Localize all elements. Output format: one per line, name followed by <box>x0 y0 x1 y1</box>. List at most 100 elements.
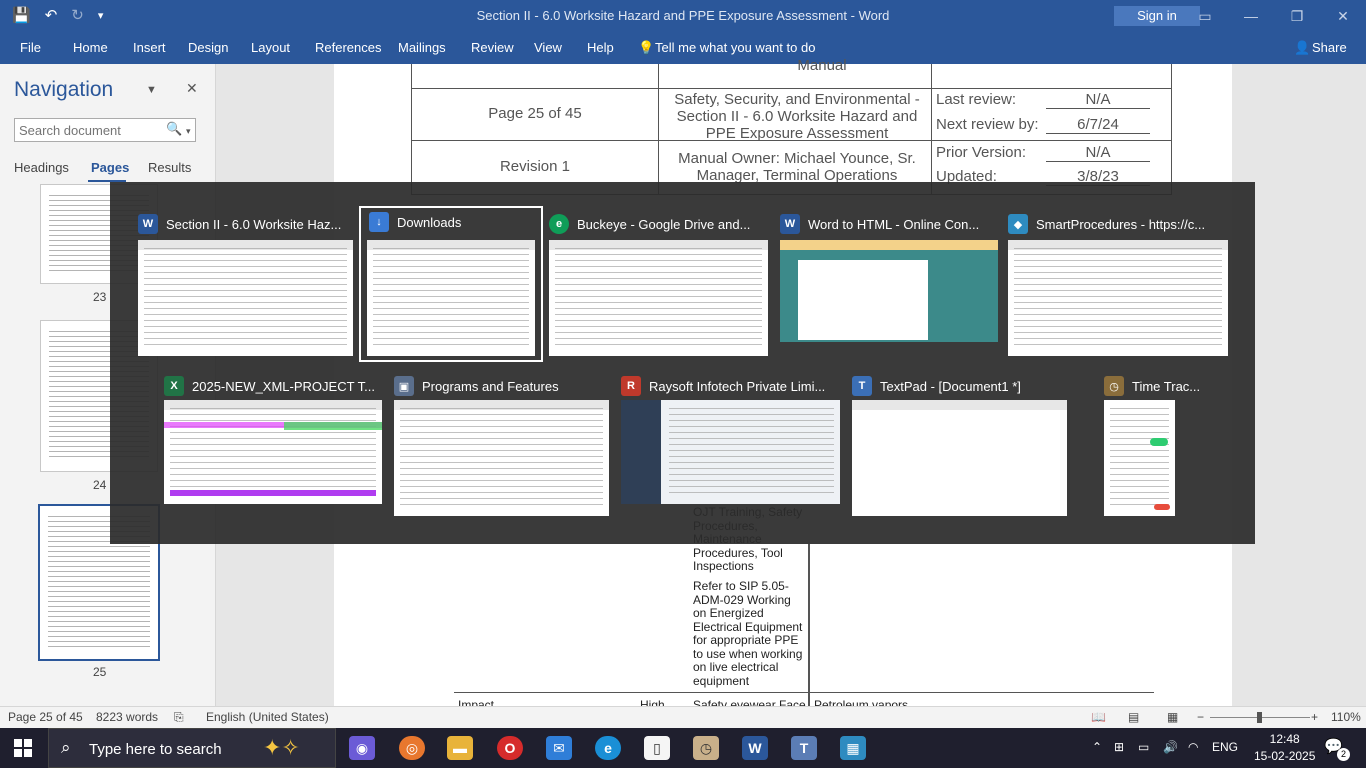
file-explorer-icon[interactable]: ▬ <box>447 736 473 760</box>
zoom-in-icon[interactable]: + <box>1311 710 1318 724</box>
maximize-icon[interactable]: ❐ <box>1274 0 1320 32</box>
ribbon-display-options-icon[interactable]: ▭ <box>1182 0 1228 32</box>
pane-options-icon[interactable]: ▼ <box>146 84 157 96</box>
navigation-title: Navigation <box>14 78 114 101</box>
close-icon[interactable]: ✕ <box>1320 0 1366 32</box>
notification-count-badge: 2 <box>1337 748 1350 761</box>
remote-desktop-icon[interactable]: ▦ <box>840 736 866 760</box>
control-panel-icon: ▣ <box>394 376 414 396</box>
window-switcher-item[interactable]: ↓ Downloads <box>359 206 543 362</box>
window-preview <box>138 240 353 356</box>
window-switcher-item[interactable]: R Raysoft Infotech Private Limi... <box>621 374 840 504</box>
tab-references[interactable]: References <box>315 40 381 55</box>
last-review-value: N/A <box>1046 91 1150 109</box>
manual-label: Manual <box>797 57 847 74</box>
wifi-icon[interactable]: ◠ <box>1188 740 1198 754</box>
time-tracker-icon: ◷ <box>1104 376 1124 396</box>
firefox-icon[interactable]: ◎ <box>399 736 425 760</box>
proofing-icon[interactable]: ⎘ <box>174 710 184 725</box>
tab-insert[interactable]: Insert <box>133 40 166 55</box>
page-count-status[interactable]: Page 25 of 45 <box>8 710 83 724</box>
search-options-icon[interactable]: ▾ <box>186 126 191 137</box>
volume-icon[interactable]: 🔊 <box>1163 740 1178 754</box>
tab-pages[interactable]: Pages <box>91 160 129 175</box>
taskbar-search-box[interactable]: ⌕ Type here to search ✦✧ <box>48 728 336 768</box>
window-switcher-item[interactable]: ▣ Programs and Features <box>394 374 609 518</box>
word-icon: W <box>780 214 800 234</box>
window-preview <box>549 240 768 356</box>
system-clock[interactable]: 12:48 15-02-2025 <box>1254 731 1315 765</box>
prior-version-value: N/A <box>1046 144 1150 162</box>
show-hidden-icons-icon[interactable]: ⌃ <box>1092 740 1102 754</box>
page-number: 24 <box>93 478 107 492</box>
network-drive-icon[interactable]: ⊞ <box>1114 740 1124 754</box>
word-icon[interactable]: W <box>742 736 768 760</box>
zoom-out-icon[interactable]: − <box>1197 710 1204 724</box>
textpad-icon[interactable]: T <box>791 736 817 760</box>
search-icon: ⌕ <box>61 738 71 757</box>
tab-results[interactable]: Results <box>148 160 191 175</box>
battery-icon[interactable]: ▭ <box>1138 740 1149 754</box>
search-highlight-icon: ✦✧ <box>263 735 300 760</box>
window-preview <box>1008 240 1228 356</box>
input-language[interactable]: ENG <box>1212 740 1238 754</box>
window-preview <box>367 240 535 356</box>
window-switcher-item[interactable]: W Word to HTML - Online Con... <box>780 212 998 344</box>
lightbulb-icon: 💡 <box>638 40 655 55</box>
tab-headings[interactable]: Headings <box>14 160 69 175</box>
window-switcher-item[interactable]: ◆ SmartProcedures - https://c... <box>1008 212 1228 357</box>
window-switcher-item[interactable]: e Buckeye - Google Drive and... <box>549 212 768 357</box>
edge-icon: e <box>549 214 569 234</box>
person-icon: 👤 <box>1294 40 1311 55</box>
raysoft-icon: R <box>621 376 641 396</box>
tab-view[interactable]: View <box>534 40 562 55</box>
window-switcher-item[interactable]: T TextPad - [Document1 *] <box>852 374 1067 518</box>
zoom-level[interactable]: 110% <box>1331 710 1361 724</box>
share-button[interactable]: Share <box>1312 40 1347 55</box>
tell-me-search[interactable]: Tell me what you want to do <box>655 40 815 55</box>
status-bar: Page 25 of 45 8223 words ⎘ English (Unit… <box>0 706 1366 728</box>
word-icon: W <box>138 214 158 234</box>
word-count-status[interactable]: 8223 words <box>96 710 158 724</box>
task-switcher: W Section II - 6.0 Worksite Haz... ↓ Downl… <box>110 182 1255 544</box>
close-pane-icon[interactable]: ✕ <box>186 80 198 97</box>
web-layout-icon[interactable]: ▦ <box>1167 710 1178 724</box>
revision: Revision 1 <box>499 158 571 175</box>
page-number: 25 <box>93 665 107 679</box>
window-preview <box>164 400 382 504</box>
tab-help[interactable]: Help <box>587 40 614 55</box>
title-bar: 💾 ↶ ↻ ▾ Section II - 6.0 Worksite Hazard… <box>0 0 1366 32</box>
notepad-icon[interactable]: ▯ <box>644 736 670 760</box>
minimize-icon[interactable]: — <box>1228 0 1274 32</box>
zoom-slider-thumb[interactable] <box>1257 712 1262 723</box>
next-review-label: Next review by: <box>936 116 1039 133</box>
clock-time: 12:48 <box>1269 732 1300 746</box>
window-switcher-item[interactable]: ◷ Time Trac... <box>1104 374 1200 518</box>
window-switcher-item[interactable]: X 2025-NEW_XML-PROJECT T... <box>164 374 382 504</box>
opera-icon[interactable]: O <box>497 736 523 760</box>
tab-home[interactable]: Home <box>73 40 108 55</box>
window-preview <box>1104 400 1175 516</box>
time-tracker-app-icon[interactable]: ◷ <box>693 736 719 760</box>
read-mode-icon[interactable]: 📖 <box>1091 710 1106 724</box>
tab-design[interactable]: Design <box>188 40 228 55</box>
mail-icon[interactable]: ✉ <box>546 736 572 760</box>
refer-cell: Refer to SIP 5.05-ADM-029 Working on Ene… <box>693 579 803 688</box>
edge-icon[interactable]: e <box>595 736 621 760</box>
excel-icon: X <box>164 376 184 396</box>
tab-layout[interactable]: Layout <box>251 40 290 55</box>
clock-date: 15-02-2025 <box>1254 749 1316 763</box>
tab-review[interactable]: Review <box>471 40 514 55</box>
search-icon[interactable]: 🔍 <box>166 121 182 137</box>
textpad-icon: T <box>852 376 872 396</box>
windows-start-icon[interactable] <box>14 739 32 757</box>
language-status[interactable]: English (United States) <box>206 710 329 724</box>
tab-mailings[interactable]: Mailings <box>398 40 446 55</box>
smartprocedures-icon: ◆ <box>1008 214 1028 234</box>
print-layout-icon[interactable]: ▤ <box>1128 710 1139 724</box>
window-preview <box>852 400 1067 516</box>
window-switcher-item[interactable]: W Section II - 6.0 Worksite Haz... <box>138 212 353 357</box>
copilot-icon[interactable]: ◉ <box>349 736 375 760</box>
page-info: Page 25 of 45 <box>488 105 582 122</box>
tab-file[interactable]: File <box>20 40 41 55</box>
